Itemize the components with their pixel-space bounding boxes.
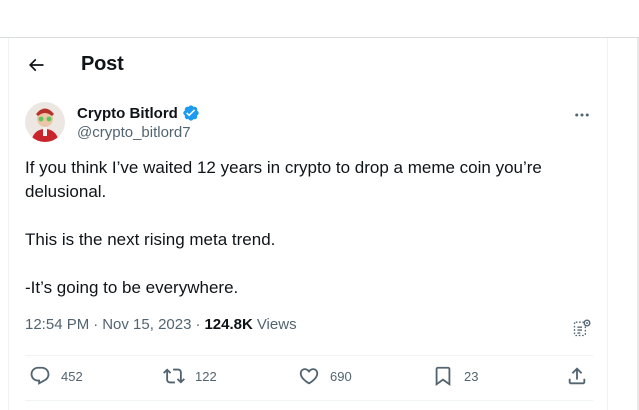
post-header: Post — [9, 38, 607, 91]
reply-button[interactable]: 452 — [29, 365, 83, 387]
repost-icon — [163, 365, 185, 387]
grok-icon — [573, 319, 591, 337]
like-icon — [298, 365, 320, 387]
page-title: Post — [81, 53, 124, 75]
meta-separator: · — [195, 316, 201, 333]
back-arrow-icon — [28, 58, 44, 72]
author-handle[interactable]: @crypto_bitlord7 — [77, 124, 191, 141]
tweet-time[interactable]: 12:54 PM — [25, 316, 89, 333]
grok-button[interactable] — [571, 317, 593, 339]
meta-separator: · — [93, 316, 99, 333]
divider — [25, 400, 593, 401]
more-icon — [575, 113, 589, 117]
tweet-date[interactable]: Nov 15, 2023 — [102, 316, 191, 333]
bookmark-count: 23 — [464, 368, 479, 384]
bookmark-icon — [432, 365, 454, 387]
action-bar: 452 122 690 23 — [25, 356, 593, 400]
tweet-meta: 12:54 PM · Nov 15, 2023 · 124.8K Views — [25, 316, 297, 333]
views-label: Views — [256, 316, 297, 333]
reply-count: 452 — [61, 368, 83, 384]
back-button[interactable] — [21, 50, 51, 80]
author-name-row: Crypto Bitlord — [77, 104, 200, 122]
share-icon — [566, 365, 588, 387]
repost-button[interactable]: 122 — [163, 365, 217, 387]
views-count: 124.8K — [204, 316, 253, 333]
like-count: 690 — [330, 368, 352, 384]
verified-badge-icon[interactable] — [182, 104, 200, 122]
share-button[interactable] — [566, 365, 588, 387]
author-name[interactable]: Crypto Bitlord — [77, 105, 178, 122]
like-button[interactable]: 690 — [298, 365, 352, 387]
post-column: Post Crypto Bitlord @crypto_bitlord7 If … — [8, 38, 608, 410]
more-button[interactable] — [569, 102, 595, 128]
tweet-text: If you think I’ve waited 12 years in cry… — [25, 158, 542, 297]
avatar[interactable] — [25, 102, 65, 142]
repost-count: 122 — [195, 368, 217, 384]
browser-top-bar — [0, 0, 639, 38]
reply-icon — [29, 365, 51, 387]
bookmark-button[interactable]: 23 — [432, 365, 478, 387]
